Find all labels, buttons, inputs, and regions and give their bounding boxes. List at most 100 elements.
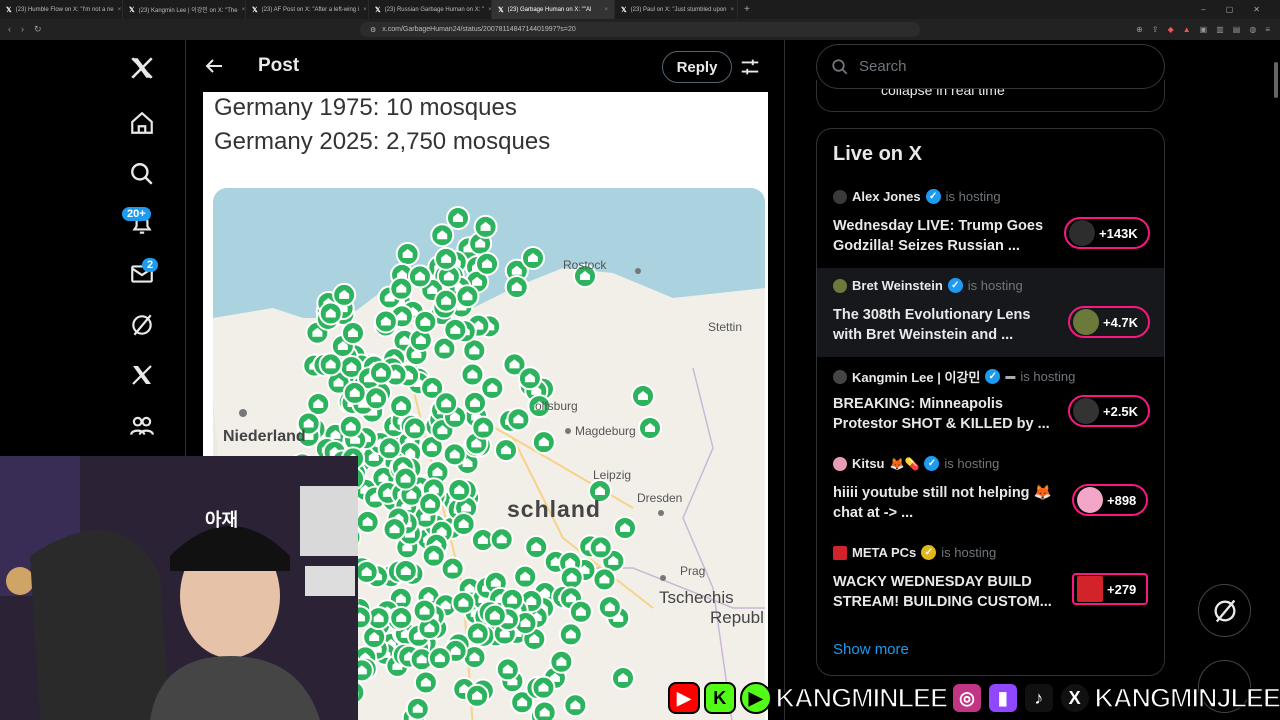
grok-icon[interactable]: [112, 305, 172, 345]
share-icon[interactable]: ⇪: [1152, 25, 1159, 34]
maximize-icon[interactable]: ▢: [1226, 5, 1234, 14]
host-avatar: [833, 369, 847, 384]
verified-badge-icon: ✓: [947, 278, 963, 293]
verified-gold-badge-icon: ✓: [921, 545, 937, 560]
x-logo-icon: 𝕏: [129, 6, 135, 14]
x-home-logo-icon[interactable]: [112, 48, 172, 88]
scrollbar-thumb[interactable]: [1274, 62, 1278, 98]
rewards-icon[interactable]: ▲: [1183, 25, 1191, 34]
host-name: META PCs: [852, 545, 917, 560]
listener-count-pill[interactable]: +898: [1072, 484, 1149, 516]
close-tab-icon[interactable]: ×: [118, 7, 122, 13]
window-controls: – ▢ ✕: [1201, 5, 1280, 14]
show-more-link[interactable]: Show more: [833, 641, 909, 658]
stream-title: Wednesday LIVE: Trump Goes Godzilla! Sei…: [833, 218, 1044, 254]
instagram-icon: ◎: [951, 682, 983, 714]
map-label-rostock: Rostock: [563, 258, 607, 272]
live-item[interactable]: Kitsu 🦊💊 ✓ is hosting hiiii youtube stil…: [817, 446, 1164, 535]
forward-nav-icon[interactable]: ›: [21, 24, 24, 35]
browser-tab[interactable]: 𝕏 (23) Humble Flow on X: "I'm not a ne ×: [0, 0, 123, 19]
listener-count-pill[interactable]: +4.7K: [1068, 306, 1151, 338]
browser-toolbar: ‹ › ↻ ⚙ x.com/GarbageHuman24/status/2007…: [0, 19, 1280, 40]
back-nav-icon[interactable]: ‹: [8, 24, 11, 35]
page-title: Post: [258, 55, 300, 76]
hosting-label: is hosting: [941, 545, 997, 560]
live-item[interactable]: Bret Weinstein ✓ is hosting The 308th Ev…: [817, 268, 1164, 357]
site-info-icon[interactable]: ⚙: [370, 26, 376, 34]
extensions-area: ⊕ ⇪ ◆ ▲ ▣ ▥ ▤ ◍ ≡: [1136, 25, 1280, 34]
live-section-title: Live on X: [833, 143, 922, 165]
host-avatar: [833, 189, 847, 204]
post-image-line-1: Germany 1975: 10 mosques: [214, 94, 517, 121]
search-input[interactable]: Search: [816, 44, 1165, 89]
new-tab-icon[interactable]: +: [744, 4, 750, 15]
communities-icon[interactable]: [112, 406, 172, 446]
map-label-magdeburg: Magdeburg: [575, 424, 636, 438]
browser-tab[interactable]: 𝕏 (23) Kangmin Lee | 이강민 on X: "The ×: [123, 0, 246, 19]
verified-badge-icon: ✓: [925, 189, 941, 204]
verified-badge-icon: ✓: [924, 456, 940, 471]
hosting-label: is hosting: [944, 456, 1000, 471]
map-label-leipzig: Leipzig: [593, 468, 632, 482]
home-icon[interactable]: [112, 103, 172, 143]
close-tab-icon[interactable]: ×: [731, 7, 735, 13]
hosting-label: is hosting: [1020, 369, 1076, 384]
zoom-icon[interactable]: ⊕: [1136, 25, 1143, 34]
listener-count-pill[interactable]: +143K: [1064, 217, 1150, 249]
streamer-webcam-image: 아재: [0, 456, 358, 720]
live-item[interactable]: META PCs ✓ is hosting WACKY WEDNESDAY BU…: [817, 535, 1164, 624]
close-tab-icon[interactable]: ×: [242, 7, 245, 13]
messages-icon[interactable]: 2: [112, 254, 172, 294]
page-scrollbar[interactable]: [1272, 40, 1280, 720]
browser-tab[interactable]: 𝕏 (23) AF Post on X: "After a left-wing i…: [246, 0, 369, 19]
sidebar-toggle-icon[interactable]: ▥: [1216, 25, 1224, 34]
back-arrow-icon[interactable]: [202, 54, 226, 78]
close-tab-icon[interactable]: ×: [363, 7, 367, 13]
explore-search-icon[interactable]: [112, 154, 172, 194]
live-item[interactable]: Alex Jones ✓ is hosting Wednesday LIVE: …: [817, 179, 1164, 268]
map-label-republik: Republi: [710, 608, 765, 627]
url-text: x.com/GarbageHuman24/status/200781148471…: [382, 26, 576, 33]
search-placeholder: Search: [859, 58, 907, 75]
listener-avatar: [1077, 487, 1103, 513]
reload-icon[interactable]: ↻: [34, 24, 42, 35]
address-bar[interactable]: ⚙ x.com/GarbageHuman24/status/2007811484…: [360, 22, 920, 37]
post-image-line-2: Germany 2025: 2,750 mosques: [214, 128, 551, 155]
host-avatar: [833, 278, 847, 293]
browser-tab[interactable]: 𝕏 (23) Russian Garbage Human on X: " ×: [369, 0, 492, 19]
extension-icon[interactable]: ▣: [1200, 25, 1208, 34]
brave-shield-icon[interactable]: ◆: [1168, 25, 1174, 34]
map-label-niederlande: Niederland: [223, 428, 306, 445]
close-tab-icon[interactable]: ×: [604, 7, 608, 13]
messages-badge: 2: [142, 258, 159, 272]
handle-kangminlee: KANGMINLEE: [775, 682, 949, 714]
youtube-icon: ▶: [668, 682, 700, 714]
grok-floating-button[interactable]: [1198, 584, 1251, 637]
listener-count-pill[interactable]: +279: [1072, 573, 1149, 605]
settings-sliders-icon[interactable]: [739, 56, 761, 78]
browser-tab[interactable]: 𝕏 (23) Paul on X: "Just stumbled upon ×: [615, 0, 738, 19]
vpn-icon[interactable]: ◍: [1249, 25, 1256, 34]
map-label-tschechien: Tschechis: [659, 588, 734, 607]
host-avatar: [833, 545, 847, 560]
reply-button[interactable]: Reply: [662, 51, 732, 83]
stream-title: WACKY WEDNESDAY BUILD STREAM! BUILDING C…: [833, 574, 1052, 610]
x-logo-icon: 𝕏: [498, 6, 504, 14]
live-item[interactable]: Kangmin Lee | 이강민 ✓ ▬ is hosting BREAKIN…: [817, 357, 1164, 446]
tiktok-icon: ♪: [1022, 682, 1055, 714]
notifications-bell-icon[interactable]: 20+: [112, 204, 172, 244]
close-window-icon[interactable]: ✕: [1253, 5, 1260, 14]
premium-x-icon[interactable]: [112, 355, 172, 395]
wallet-icon[interactable]: ▤: [1233, 25, 1241, 34]
minimize-icon[interactable]: –: [1201, 5, 1205, 14]
host-name: Bret Weinstein: [852, 278, 943, 293]
x-logo-icon: 𝕏: [621, 6, 627, 14]
listener-count-pill[interactable]: +2.5K: [1068, 395, 1151, 427]
map-label-deutschland: schland: [507, 496, 601, 522]
x-logo-icon: 𝕏: [375, 6, 381, 14]
map-label-dresden: Dresden: [637, 491, 683, 505]
listener-avatar: [1073, 309, 1099, 335]
menu-icon[interactable]: ≡: [1265, 25, 1270, 34]
browser-tab-active[interactable]: 𝕏 (23) Garbage Human on X: ""Al ×: [492, 0, 615, 19]
verified-badge-icon: ✓: [985, 369, 1001, 384]
